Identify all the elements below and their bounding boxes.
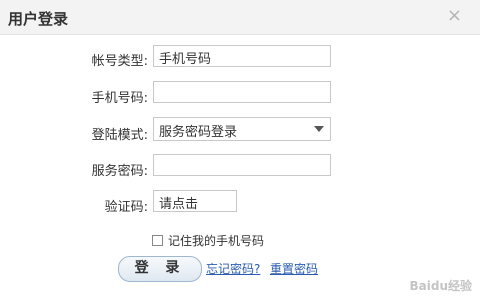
login-dialog: 用户登录 × 帐号类型: 手机号码 手机号码: 登陆模式: 服务密码登录 服务密… (0, 0, 480, 300)
remember-label: 记住我的手机号码 (168, 234, 265, 248)
watermark-logo: Baidu经验 (409, 279, 473, 293)
phone-input[interactable] (153, 81, 331, 103)
service-password-input[interactable] (153, 154, 331, 176)
chevron-down-icon (314, 126, 324, 132)
dialog-titlebar: 用户登录 × (0, 0, 480, 35)
login-button[interactable]: 登 录 (118, 256, 202, 282)
login-mode-value: 服务密码登录 (159, 125, 238, 140)
remember-phone-option[interactable]: 记住我的手机号码 (152, 232, 264, 249)
service-password-label: 服务密码: (91, 164, 148, 179)
dialog-title: 用户登录 (8, 10, 69, 28)
close-icon[interactable]: × (447, 7, 462, 25)
reset-password-link[interactable]: 重置密码 (270, 260, 318, 277)
login-mode-label: 登陆模式: (91, 128, 148, 143)
forgot-password-link[interactable]: 忘记密码? (206, 260, 260, 277)
phone-label: 手机号码: (91, 91, 148, 106)
captcha-label: 验证码: (104, 200, 148, 215)
account-type-field[interactable]: 手机号码 (153, 45, 331, 67)
remember-checkbox[interactable] (152, 235, 163, 246)
captcha-field[interactable]: 请点击 (153, 190, 237, 212)
login-mode-select[interactable]: 服务密码登录 (153, 117, 331, 141)
account-type-label: 帐号类型: (91, 54, 148, 69)
